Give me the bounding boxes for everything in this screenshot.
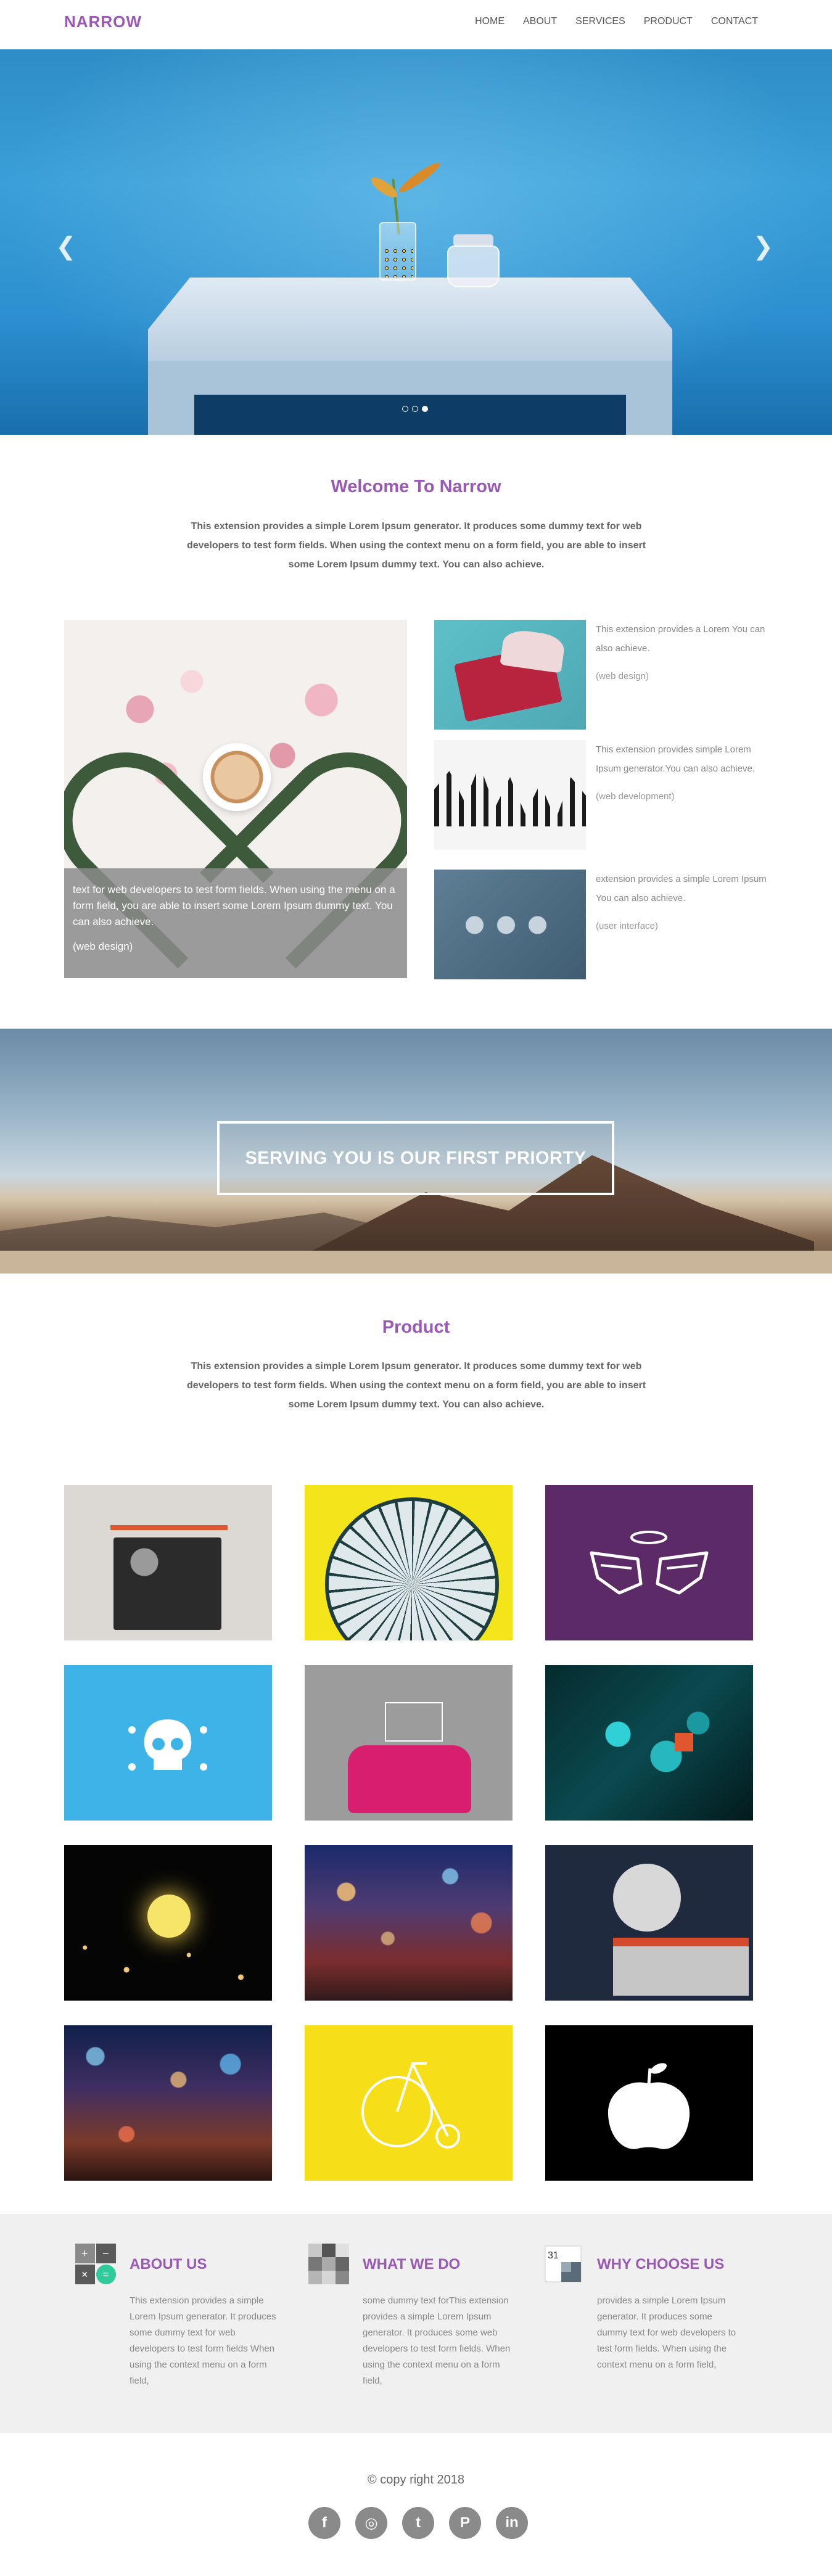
svg-text:31: 31: [548, 2250, 559, 2261]
slider-dot-active[interactable]: [422, 406, 428, 412]
feature-item-text: This extension provides a Lorem You can …: [596, 624, 765, 654]
chevron-left-icon[interactable]: ❮: [56, 234, 76, 259]
laptop-thumbnail[interactable]: [434, 620, 586, 730]
feature-item-tag[interactable]: (web development): [596, 787, 775, 806]
info-title: WHY CHOOSE US: [597, 2256, 725, 2273]
svg-text:×: ×: [81, 2268, 88, 2281]
feature-item: This extension provides simple Lorem Ips…: [434, 740, 780, 850]
nav-services[interactable]: SERVICES: [575, 16, 625, 27]
feature-item-body: extension provides a simple Lorem Ipsum …: [596, 870, 775, 936]
product-space-rocket[interactable]: [545, 1845, 753, 2001]
svg-text:=: =: [102, 2268, 109, 2281]
pinterest-icon[interactable]: P: [449, 2507, 481, 2539]
table-illustration: [148, 278, 672, 364]
priority-banner: SERVING YOU IS OUR FIRST PRIORTY: [0, 1029, 832, 1274]
skull-icon: [128, 1719, 207, 1771]
info-text: provides a simple Lorem Ipsum generator.…: [597, 2295, 736, 2370]
product-title: Product: [382, 1317, 450, 1337]
product-apple[interactable]: [545, 2025, 753, 2181]
instagram-icon[interactable]: ◎: [355, 2507, 387, 2539]
piano-thumbnail[interactable]: [434, 740, 586, 850]
feature-item: This extension provides a Lorem You can …: [434, 620, 780, 730]
twitter-icon[interactable]: t: [402, 2507, 434, 2539]
product-light-bulb[interactable]: [64, 1845, 272, 2001]
product-city-blur[interactable]: [64, 2025, 272, 2181]
feature-caption: text for web developers to test form fie…: [64, 868, 407, 978]
product-teal-machine[interactable]: [545, 1665, 753, 1821]
feature-item-text: This extension provides simple Lorem Ips…: [596, 744, 755, 774]
site-footer: © copy right 2018 f ◎ t P in: [0, 2433, 832, 2576]
slider-dot[interactable]: [412, 406, 418, 412]
apple-icon: [608, 2063, 690, 2149]
brand-logo[interactable]: NARROW: [64, 12, 142, 31]
hero-slider: ❮ ❯: [0, 49, 832, 435]
main-nav: HOME ABOUT SERVICES PRODUCT CONTACT: [456, 16, 758, 27]
welcome-title: Welcome To Narrow: [331, 477, 501, 496]
copyright-text: © copy right 2018: [367, 2473, 465, 2487]
product-skull[interactable]: [64, 1665, 272, 1821]
feature-item-text: extension provides a simple Lorem Ipsum …: [596, 874, 767, 903]
nav-product[interactable]: PRODUCT: [644, 16, 693, 27]
product-bicycle[interactable]: [305, 2025, 513, 2181]
slider-dots: [402, 406, 428, 412]
product-ferris-wheel[interactable]: [305, 1485, 513, 1640]
product-angel-wings[interactable]: [545, 1485, 753, 1640]
feature-item-tag[interactable]: (web design): [596, 667, 775, 686]
site-header: NARROW HOME ABOUT SERVICES PRODUCT CONTA…: [0, 0, 832, 49]
feature-caption-text: text for web developers to test form fie…: [73, 884, 395, 928]
feature-item-body: This extension provides simple Lorem Ips…: [596, 740, 775, 806]
feature-tag[interactable]: (web design): [73, 939, 398, 955]
table-opening: [194, 395, 626, 435]
info-text: This extension provides a simple Lorem I…: [130, 2295, 276, 2386]
info-text: some dummy text forThis extension provid…: [363, 2295, 511, 2386]
jar-lid: [453, 234, 493, 247]
coffee-cup-illustration: [203, 743, 271, 811]
product-text: This extension provides a simple Lorem I…: [186, 1361, 646, 1410]
banner-ground: [0, 1251, 832, 1274]
slider-dot[interactable]: [402, 406, 408, 412]
info-title: ABOUT US: [130, 2256, 207, 2273]
chevron-right-icon[interactable]: ❯: [752, 234, 773, 259]
svg-text:−: −: [102, 2247, 109, 2260]
calendar-icon: 31: [545, 2245, 582, 2282]
nav-about[interactable]: ABOUT: [523, 16, 557, 27]
product-pink-chair[interactable]: [305, 1665, 513, 1821]
product-stripe: [110, 1525, 228, 1530]
angel-wings-icon: [590, 1531, 709, 1595]
flowers-thumbnail[interactable]: [434, 870, 586, 979]
facebook-icon[interactable]: f: [308, 2507, 340, 2539]
feature-card-large[interactable]: text for web developers to test form fie…: [64, 620, 407, 978]
feature-item-body: This extension provides a Lorem You can …: [596, 620, 775, 686]
product-tape-recorder[interactable]: [64, 1485, 272, 1640]
product-city-lights[interactable]: [305, 1845, 513, 2001]
grid-icon: [308, 2244, 349, 2284]
banner-text: SERVING YOU IS OUR FIRST PRIORTY: [217, 1121, 614, 1195]
social-links: f ◎ t P in: [308, 2507, 528, 2539]
vase-pattern: [382, 247, 413, 278]
linkedin-icon[interactable]: in: [496, 2507, 528, 2539]
svg-text:+: +: [81, 2247, 88, 2260]
welcome-text: This extension provides a simple Lorem I…: [186, 521, 646, 570]
info-title: WHAT WE DO: [363, 2256, 461, 2273]
calculator-icon: + − × =: [75, 2244, 116, 2284]
penny-farthing-icon: [361, 2062, 460, 2149]
nav-contact[interactable]: CONTACT: [711, 16, 758, 27]
info-section: + − × = ABOUT US This extension provides…: [0, 2214, 832, 2433]
feature-item-tag[interactable]: (user interface): [596, 916, 775, 936]
nav-home[interactable]: HOME: [475, 16, 505, 27]
feature-item: extension provides a simple Lorem Ipsum …: [434, 870, 780, 979]
jar-illustration: [447, 245, 500, 287]
